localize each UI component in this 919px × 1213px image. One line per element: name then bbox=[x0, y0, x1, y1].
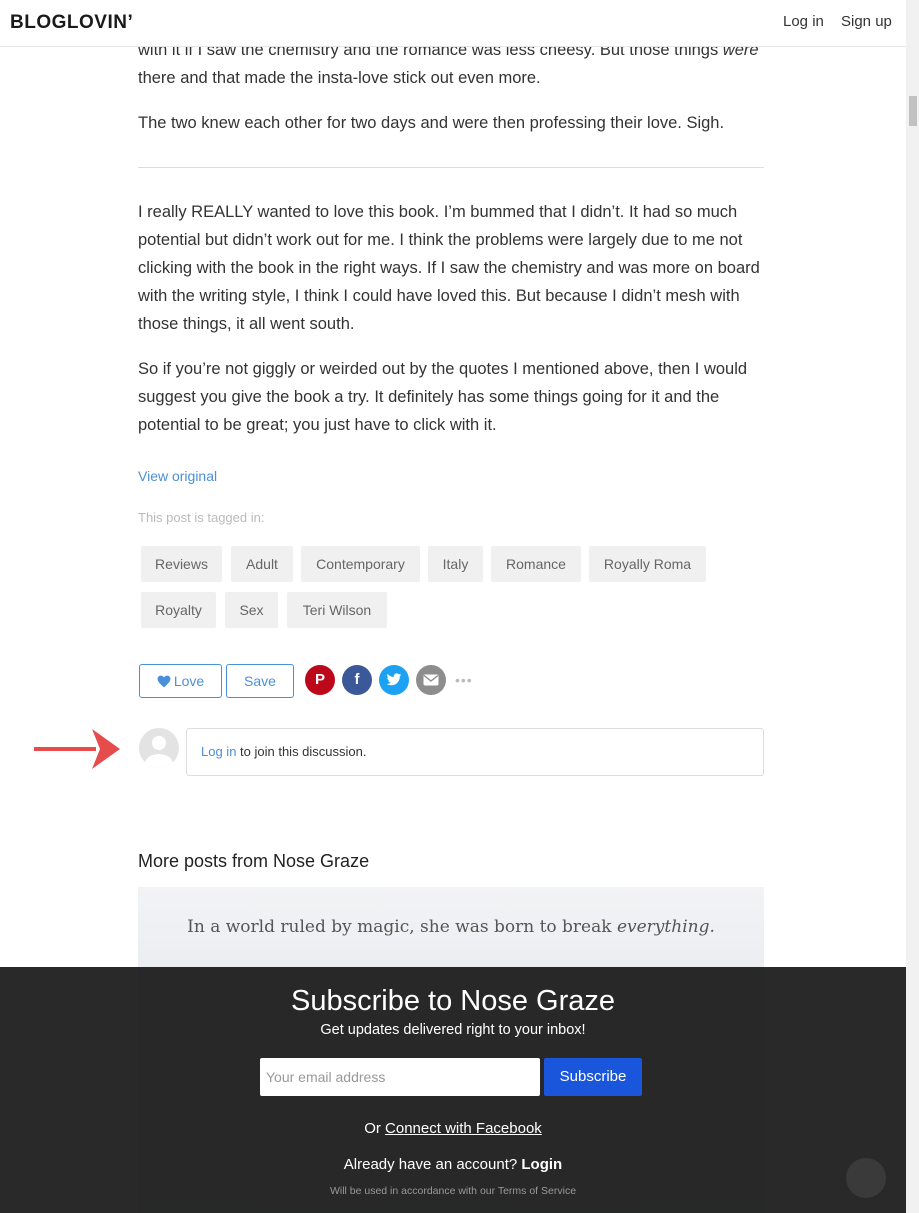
tag-sex[interactable]: Sex bbox=[225, 592, 278, 628]
comment-login-prompt[interactable]: Log in to join this discussion. bbox=[186, 728, 764, 776]
back-to-top-button[interactable] bbox=[846, 1158, 886, 1198]
twitter-share-button[interactable] bbox=[379, 665, 409, 695]
connect-facebook-link[interactable]: Connect with Facebook bbox=[385, 1120, 542, 1137]
heart-icon bbox=[157, 675, 171, 688]
email-input[interactable] bbox=[260, 1058, 540, 1096]
subscribe-title: Subscribe to Nose Graze bbox=[291, 985, 615, 1017]
more-posts-heading: More posts from Nose Graze bbox=[138, 851, 370, 871]
comment-login-link[interactable]: Log in bbox=[201, 744, 236, 759]
avatar bbox=[139, 728, 179, 768]
tag-adult[interactable]: Adult bbox=[231, 546, 293, 582]
tag-italy[interactable]: Italy bbox=[428, 546, 483, 582]
section-divider bbox=[138, 167, 764, 168]
twitter-bird-icon bbox=[386, 673, 402, 686]
tag-reviews[interactable]: Reviews bbox=[141, 546, 222, 582]
pinterest-share-button[interactable]: P bbox=[305, 665, 335, 695]
facebook-share-button[interactable]: f bbox=[342, 665, 372, 695]
user-placeholder-icon bbox=[145, 736, 173, 768]
facebook-icon: f bbox=[354, 671, 360, 688]
account-login-line: Already have an account? Login bbox=[343, 1156, 563, 1173]
red-arrow-annotation bbox=[34, 729, 120, 769]
facebook-connect-line: Or Connect with Facebook bbox=[364, 1120, 542, 1137]
terms-notice: Will be used in accordance with our Term… bbox=[329, 1185, 577, 1197]
save-button[interactable]: Save bbox=[226, 664, 294, 698]
email-share-button[interactable] bbox=[416, 665, 446, 695]
post-image-caption: In a world ruled by magic, she was born … bbox=[187, 917, 715, 937]
subscribe-button[interactable]: Subscribe bbox=[544, 1058, 642, 1096]
subscribe-subtitle: Get updates delivered right to your inbo… bbox=[320, 1022, 586, 1038]
nav-login-link[interactable]: Log in bbox=[783, 13, 824, 30]
tag-romance[interactable]: Romance bbox=[491, 546, 581, 582]
tag-royally-roma[interactable]: Royally Roma bbox=[589, 546, 706, 582]
login-link[interactable]: Login bbox=[521, 1156, 562, 1173]
pinterest-icon: P bbox=[314, 671, 325, 688]
envelope-icon bbox=[423, 674, 439, 686]
scrollbar-thumb[interactable] bbox=[909, 96, 917, 126]
article-paragraph: The two knew each other for two days and… bbox=[138, 114, 725, 132]
bloglovin-logo[interactable]: BLOGLOVIN’ bbox=[10, 12, 133, 34]
article-paragraph: I really REALLY wanted to love this book… bbox=[138, 203, 760, 333]
love-button[interactable]: Love bbox=[139, 664, 222, 698]
tag-teri-wilson[interactable]: Teri Wilson bbox=[287, 592, 387, 628]
subscribe-banner: Subscribe to Nose Graze Get updates deli… bbox=[0, 967, 906, 1213]
tagged-label: This post is tagged in: bbox=[138, 510, 265, 525]
tag-contemporary[interactable]: Contemporary bbox=[301, 546, 420, 582]
page-scrollbar[interactable] bbox=[906, 0, 919, 1213]
nav-signup-link[interactable]: Sign up bbox=[841, 13, 892, 30]
view-original-link[interactable]: View original bbox=[138, 468, 217, 484]
top-navbar: BLOGLOVIN’ Log in Sign up bbox=[0, 0, 906, 47]
more-share-options[interactable]: ••• bbox=[455, 672, 473, 688]
article-paragraph: So if you’re not giggly or weirded out b… bbox=[138, 360, 748, 434]
tag-royalty[interactable]: Royalty bbox=[141, 592, 216, 628]
